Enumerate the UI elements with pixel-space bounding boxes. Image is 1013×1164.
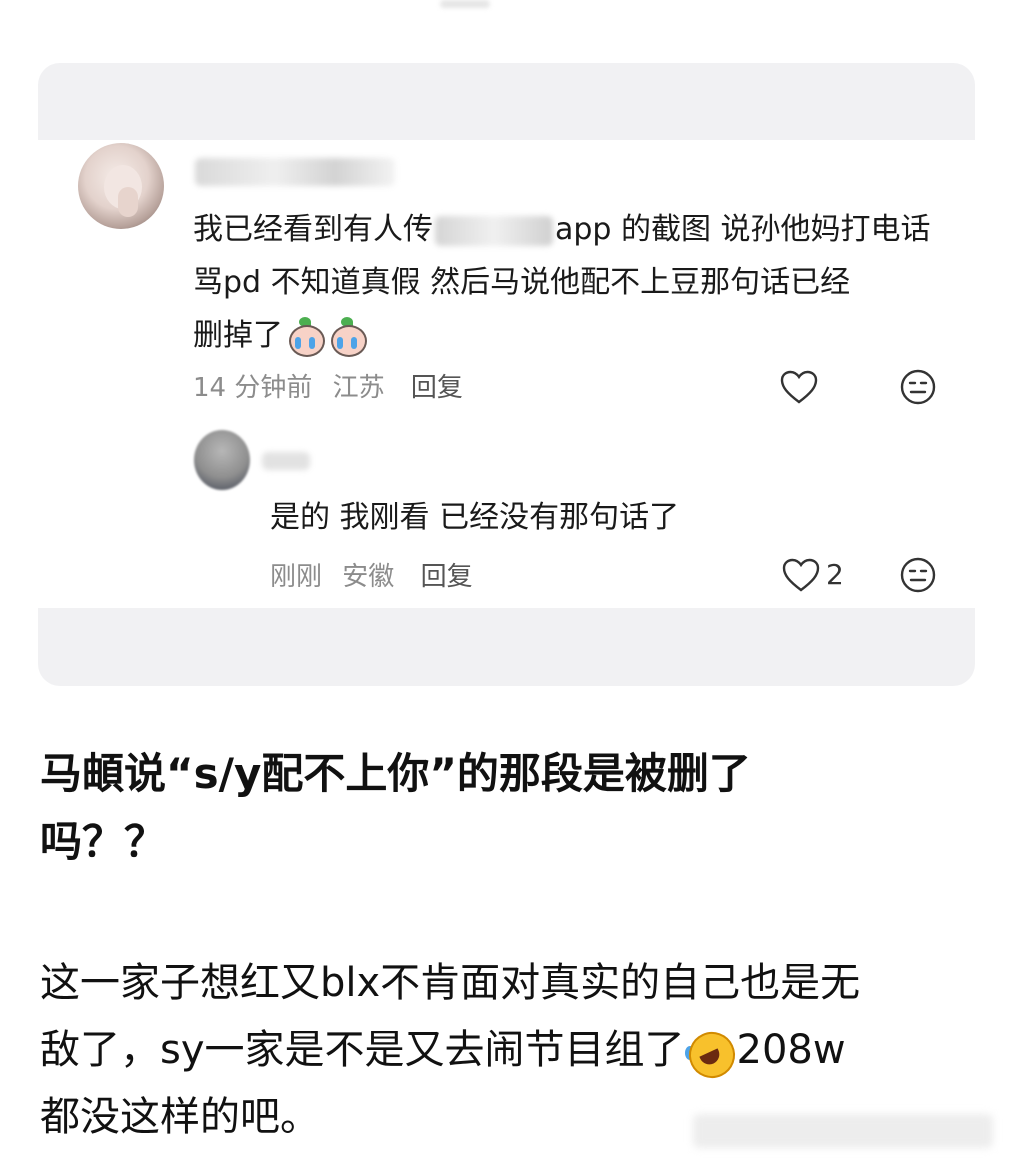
headline-line-1: 马頔说“s/y配不上你”的那段是被删了 <box>40 749 751 798</box>
heart-icon[interactable] <box>779 369 819 405</box>
avatar-hand <box>118 187 138 217</box>
emoji-icon[interactable] <box>898 367 938 407</box>
crying-emoji-icon <box>285 316 325 357</box>
reply-meta: 刚刚 安徽 回复 <box>270 556 473 593</box>
comment-time: 14 分钟前 <box>193 373 313 403</box>
rofl-emoji-icon <box>680 1024 743 1086</box>
comment-location: 江苏 <box>332 373 385 403</box>
avatar[interactable] <box>78 143 164 229</box>
comment-line-1: 我已经看到有人传 app 的截图 说孙他妈打电话 <box>193 212 931 247</box>
headline-line-2: 吗？？ <box>40 817 167 866</box>
reply-button[interactable]: 回复 <box>411 373 463 403</box>
reply-reply-button[interactable]: 回复 <box>421 562 473 592</box>
blurred-reply-username <box>262 452 310 470</box>
heart-icon[interactable] <box>781 557 821 593</box>
reply-time: 刚刚 <box>270 562 323 592</box>
body-line-2: 敌了，sy一家是不是又去闹节目组了 208w <box>40 1017 970 1086</box>
crying-emoji-icon <box>327 316 367 357</box>
like-count: 2 <box>826 558 844 591</box>
reply-body: 是的 我刚看 已经没有那句话了 <box>270 500 680 535</box>
post-headline: 马頔说“s/y配不上你”的那段是被删了 吗？？ <box>40 740 970 876</box>
top-blurred-text <box>440 0 490 8</box>
comment-meta: 14 分钟前 江苏 回复 <box>193 367 463 404</box>
reply-location: 安徽 <box>342 562 395 592</box>
comment-line-2: 骂pd 不知道真假 然后马说他配不上豆那句话已经 <box>193 265 851 300</box>
blurred-text <box>435 215 553 246</box>
body-line-1: 这一家子想红又blx不肯面对真实的自己也是无 <box>40 960 861 1006</box>
comment-line-3: 删掉了 <box>193 309 953 362</box>
emoji-icon[interactable] <box>898 555 938 595</box>
watermark <box>693 1114 993 1148</box>
blurred-username <box>195 158 395 186</box>
comment-body: 我已经看到有人传 app 的截图 说孙他妈打电话 骂pd 不知道真假 然后马说他配… <box>193 203 953 362</box>
reply-avatar[interactable] <box>194 430 250 490</box>
